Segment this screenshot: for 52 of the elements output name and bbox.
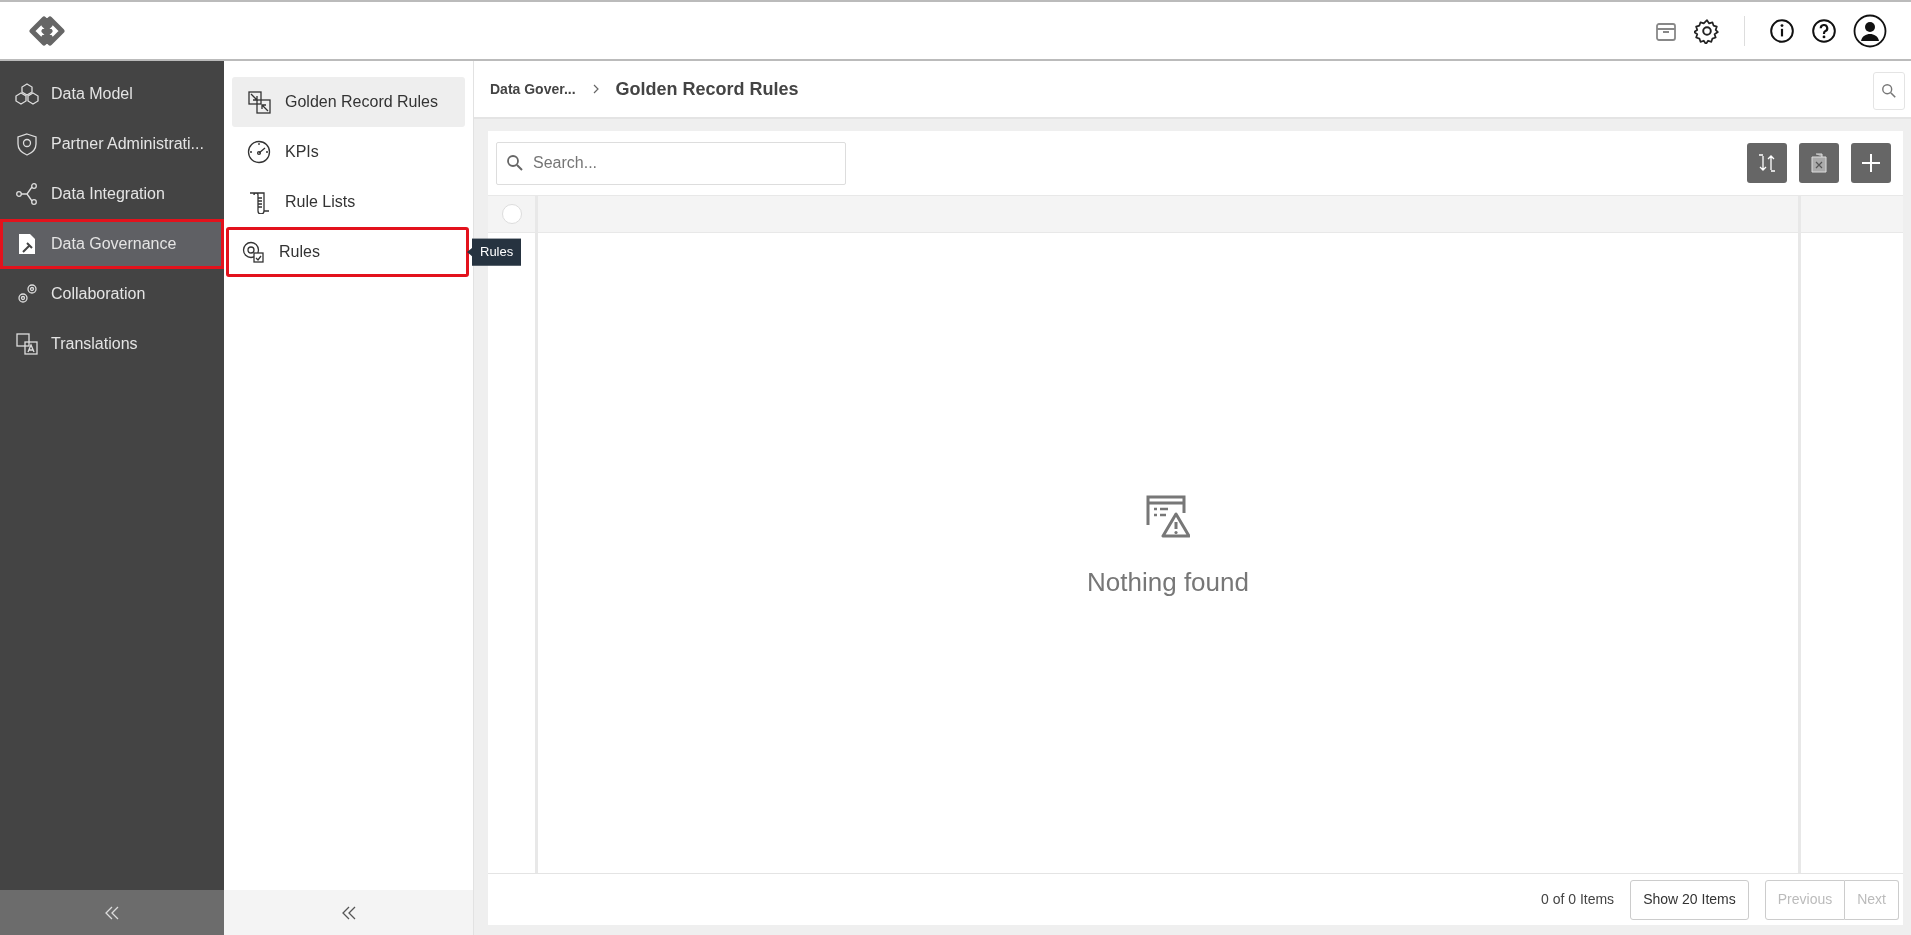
- delete-button[interactable]: [1799, 143, 1839, 183]
- subnav-item-label: KPIs: [285, 142, 319, 162]
- nav-item[interactable]: Partner Administrati...: [0, 119, 224, 169]
- nav-item[interactable]: Data Model: [0, 69, 224, 119]
- gear-document-icon: [241, 240, 265, 264]
- sort-button[interactable]: [1747, 143, 1787, 183]
- page-size-button[interactable]: Show 20 Items: [1630, 879, 1749, 920]
- scroll-list-icon: [247, 190, 271, 214]
- search-icon: [1881, 83, 1897, 99]
- subnav-item-label: Golden Record Rules: [285, 92, 438, 112]
- arrows-in-squares-icon: [247, 90, 271, 114]
- nav-item-label: Partner Administrati...: [51, 134, 204, 154]
- gauge-icon: [247, 140, 271, 164]
- breadcrumb-link[interactable]: Data Gover...: [490, 78, 576, 100]
- nav-item-label: Data Model: [51, 84, 133, 104]
- empty-message: Nothing found: [1087, 565, 1249, 599]
- plus-icon: [1860, 152, 1882, 174]
- trash-icon: [1810, 152, 1828, 174]
- shield-icon: [15, 132, 39, 156]
- search-icon: [506, 153, 524, 172]
- nav-item-label: Data Governance: [51, 234, 177, 254]
- add-button[interactable]: [1851, 143, 1891, 183]
- collapse-icon[interactable]: [340, 905, 357, 920]
- info-icon[interactable]: [1769, 17, 1795, 44]
- page-title: Golden Record Rules: [615, 77, 799, 101]
- subnav-item[interactable]: Golden Record Rules: [232, 77, 465, 127]
- item-count: 0 of 0 Items: [1540, 890, 1615, 909]
- cubes-icon: [15, 82, 39, 106]
- nodes-icon: [15, 182, 39, 206]
- chevron-right-icon: [591, 84, 600, 94]
- swap-icon: [1756, 152, 1778, 174]
- nav-item[interactable]: Data Integration: [0, 169, 224, 219]
- select-all-radio[interactable]: [501, 204, 522, 224]
- subnav-item-label: Rules: [279, 242, 320, 262]
- search-field[interactable]: Search...: [496, 141, 846, 185]
- empty-list-warning-icon: [1146, 494, 1190, 539]
- subnav-item[interactable]: KPIs: [232, 127, 465, 177]
- translate-icon: [15, 332, 39, 356]
- nav-item[interactable]: Translations: [0, 319, 224, 369]
- search-button[interactable]: [1873, 72, 1905, 110]
- help-icon[interactable]: [1811, 17, 1837, 44]
- settings-icon[interactable]: [1694, 17, 1720, 44]
- nav-item-label: Data Integration: [51, 184, 165, 204]
- tooltip: Rules: [467, 238, 522, 266]
- nav-item-label: Translations: [51, 334, 138, 354]
- subnav-item[interactable]: Rule Lists: [232, 177, 465, 227]
- nav-item[interactable]: Data Governance: [0, 219, 224, 269]
- gears-icon: [15, 282, 39, 306]
- subnav-item-label: Rule Lists: [285, 192, 356, 212]
- user-avatar-icon[interactable]: [1853, 13, 1887, 48]
- nav-item[interactable]: Collaboration: [0, 269, 224, 319]
- nav-item-label: Collaboration: [51, 284, 146, 304]
